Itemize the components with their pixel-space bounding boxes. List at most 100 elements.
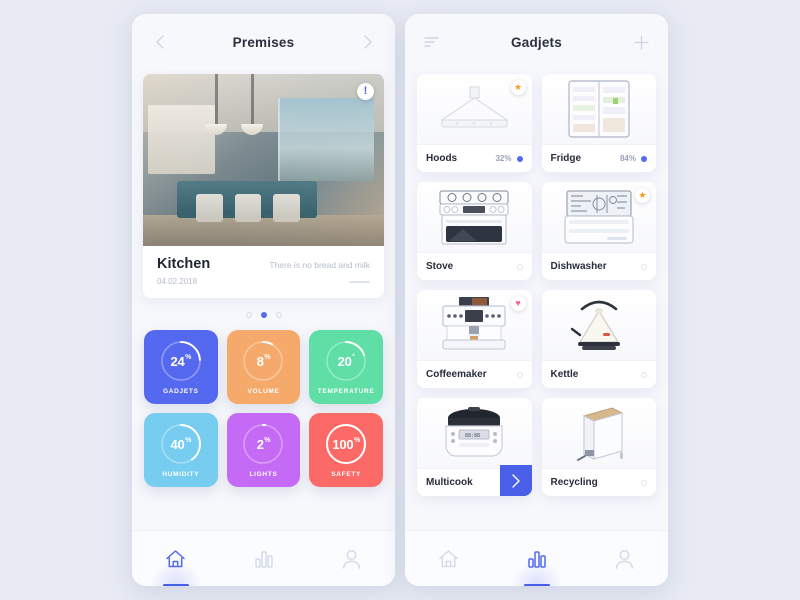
heart-icon[interactable]: ♥ bbox=[510, 296, 526, 311]
premises-hero-info: Kitchen There is no bread and milk 04.02… bbox=[143, 246, 384, 298]
stat-tile-label: GADJETS bbox=[163, 388, 199, 395]
svg-text:88:88: 88:88 bbox=[465, 433, 480, 439]
gauge-ring: 40% bbox=[159, 422, 203, 466]
user-icon bbox=[342, 549, 361, 569]
tab-home[interactable] bbox=[132, 531, 220, 586]
bottom-nav-left bbox=[132, 530, 395, 586]
gadget-name: Kettle bbox=[550, 369, 579, 380]
gauge-ring: 8% bbox=[241, 339, 285, 383]
premises-content: ! Kitchen There is no bread and milk 04.… bbox=[132, 70, 395, 530]
tab-profile[interactable] bbox=[580, 531, 668, 586]
tab-stats[interactable] bbox=[220, 531, 308, 586]
gadget-card[interactable]: ★ Dishwasher bbox=[541, 182, 656, 280]
gadget-card[interactable]: Fridge 84% bbox=[541, 74, 656, 172]
star-icon[interactable]: ★ bbox=[510, 80, 526, 95]
status-dot-on bbox=[641, 155, 647, 162]
status-dot-off bbox=[516, 263, 523, 270]
alert-badge[interactable]: ! bbox=[357, 83, 374, 100]
gadget-grid: ★ Hoods 32% Fridge 84% Stove ★ Dishwasher ♥ Coffe… bbox=[405, 70, 668, 504]
gadget-card[interactable]: ♥ Coffeemaker bbox=[417, 290, 532, 388]
plus-icon[interactable] bbox=[630, 31, 652, 53]
gadget-name: Dishwasher bbox=[550, 261, 607, 272]
gadget-status: 84% bbox=[620, 154, 647, 163]
stat-tile-humidity[interactable]: 40% HUMIDITY bbox=[144, 413, 218, 487]
gadget-status bbox=[641, 371, 647, 378]
status-dot-off bbox=[516, 371, 523, 378]
stat-tile-label: VOLUME bbox=[247, 388, 280, 395]
pager-dot[interactable] bbox=[260, 312, 267, 318]
chevron-left-icon[interactable] bbox=[148, 31, 170, 53]
premises-hero-card[interactable]: ! Kitchen There is no bread and milk 04.… bbox=[143, 74, 384, 298]
gauge-value: 100% bbox=[332, 436, 360, 452]
gadget-footer: Multicook bbox=[417, 465, 532, 496]
gadget-footer: Recycling bbox=[541, 468, 656, 496]
gadget-name: Recycling bbox=[550, 477, 598, 488]
gauge-ring: 2% bbox=[241, 422, 285, 466]
stat-tile-temperature[interactable]: 20 ° TEMPERATURE bbox=[309, 330, 383, 404]
room-date: 04.02.2018 bbox=[157, 277, 198, 286]
page-title: Gadjets bbox=[511, 34, 562, 50]
gadget-thumbnail bbox=[541, 290, 656, 360]
user-icon bbox=[615, 549, 634, 569]
gadget-footer: Kettle bbox=[541, 360, 656, 388]
screen: Premises ! Kitchen There is no bread and… bbox=[0, 0, 800, 600]
gadget-footer: Hoods 32% bbox=[417, 144, 532, 172]
stat-tile-label: TEMPERATURE bbox=[317, 388, 375, 395]
gadget-name: Hoods bbox=[426, 153, 458, 164]
gadget-card[interactable]: Kettle bbox=[541, 290, 656, 388]
stat-tile-gadjets[interactable]: 24% GADJETS bbox=[144, 330, 218, 404]
pager-dot[interactable] bbox=[275, 312, 282, 318]
gadget-status bbox=[516, 371, 523, 378]
gauge-value: 24% bbox=[170, 353, 192, 369]
premises-panel: Premises ! Kitchen There is no bread and… bbox=[132, 14, 395, 586]
stat-tile-label: SAFETY bbox=[331, 471, 362, 478]
gadget-thumbnail: ★ bbox=[541, 182, 656, 252]
gauge-value: 20 ° bbox=[337, 353, 355, 369]
gadget-card[interactable]: Recycling bbox=[541, 398, 656, 496]
gadget-status bbox=[516, 263, 523, 270]
filter-sort-icon[interactable] bbox=[421, 31, 443, 53]
gadget-percent: 84% bbox=[619, 154, 636, 163]
chart-icon bbox=[254, 550, 274, 568]
gadget-thumbnail: ♥ bbox=[417, 290, 532, 360]
page-title: Premises bbox=[232, 34, 295, 50]
gadget-footer: Stove bbox=[417, 252, 532, 280]
gadget-name: Fridge bbox=[550, 153, 582, 164]
more-dash-icon[interactable] bbox=[349, 281, 370, 283]
stat-tile-safety[interactable]: 100% SAFETY bbox=[309, 413, 383, 487]
stat-tiles: 24% GADJETS 8% VOLUME 20 ° TEMPERATURE 40% HUMID… bbox=[132, 330, 395, 487]
gadget-card[interactable]: ★ Hoods 32% bbox=[417, 74, 532, 172]
gadgets-panel: Gadjets ★ Hoods 32% Fridge 84% Stove ★ Dishwash… bbox=[405, 14, 668, 586]
stat-tile-lights[interactable]: 2% LIGHTS bbox=[226, 413, 301, 487]
gadgets-header: Gadjets bbox=[405, 14, 668, 70]
gadget-name: Stove bbox=[426, 261, 454, 272]
status-dot-on bbox=[516, 155, 523, 162]
gauge-value: 40% bbox=[170, 436, 192, 452]
status-dot-off bbox=[641, 371, 647, 378]
carousel-pager[interactable] bbox=[132, 312, 395, 318]
gauge-ring: 100% bbox=[324, 422, 368, 466]
star-icon[interactable]: ★ bbox=[635, 188, 650, 203]
gadget-next-button[interactable] bbox=[499, 465, 532, 496]
gadget-thumbnail: ★ bbox=[417, 74, 532, 144]
gadgets-content: ★ Hoods 32% Fridge 84% Stove ★ Dishwasher ♥ Coffe… bbox=[405, 70, 668, 530]
premises-header: Premises bbox=[132, 14, 395, 70]
gadget-footer: Fridge 84% bbox=[541, 144, 656, 172]
tab-profile[interactable] bbox=[307, 531, 395, 586]
gadget-card[interactable]: 88:88 Multicook bbox=[417, 398, 532, 496]
pager-dot[interactable] bbox=[245, 312, 252, 318]
stat-tile-label: HUMIDITY bbox=[162, 471, 200, 478]
gadget-name: Coffeemaker bbox=[426, 369, 487, 380]
gadget-footer: Coffeemaker bbox=[417, 360, 532, 388]
stat-tile-volume[interactable]: 8% VOLUME bbox=[226, 330, 301, 404]
home-icon bbox=[438, 549, 459, 569]
chevron-right-icon[interactable] bbox=[357, 31, 379, 53]
bottom-nav-right bbox=[405, 530, 668, 586]
gadget-status: 32% bbox=[495, 154, 523, 163]
tab-home[interactable] bbox=[405, 531, 493, 586]
gadget-thumbnail bbox=[541, 74, 656, 144]
tab-stats[interactable] bbox=[493, 531, 581, 586]
gadget-footer: Dishwasher bbox=[541, 252, 656, 280]
gadget-card[interactable]: Stove bbox=[417, 182, 532, 280]
gadget-thumbnail bbox=[417, 182, 532, 252]
